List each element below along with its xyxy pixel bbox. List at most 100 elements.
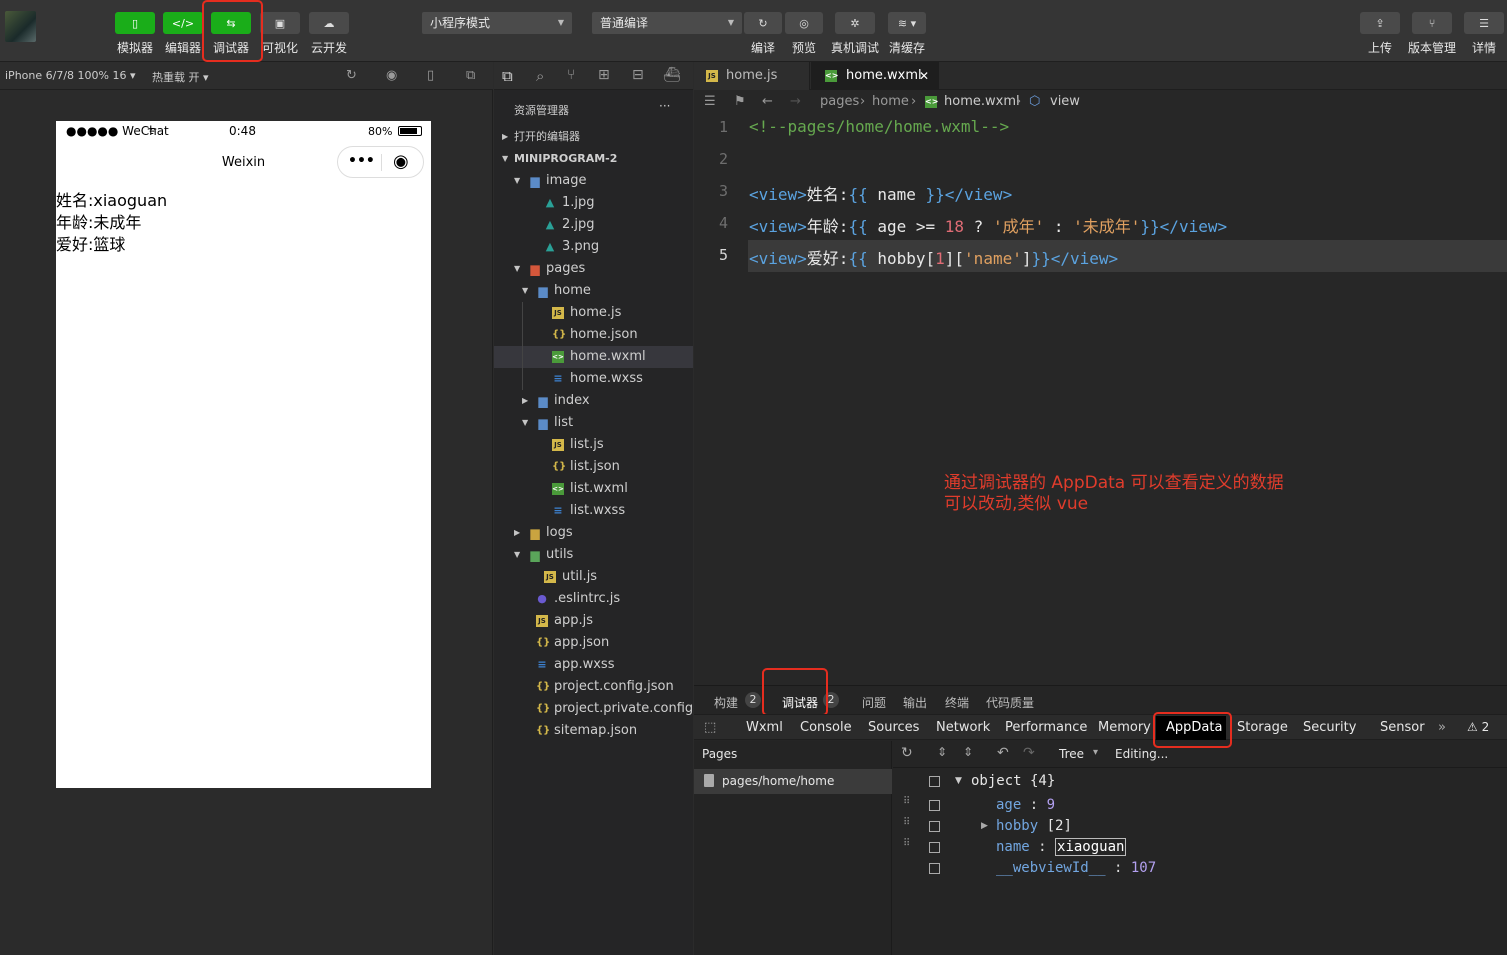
explorer-more-button[interactable]: ··· (659, 99, 670, 113)
tree-file[interactable]: JS home.js (494, 302, 693, 324)
close-icon[interactable]: ✕ (919, 62, 929, 90)
tab-sources[interactable]: Sources (868, 720, 919, 735)
drag-handle-icon[interactable]: ⠿ (903, 818, 911, 828)
tree-file[interactable]: ▲ 2.jpg (494, 214, 693, 236)
undo-icon[interactable]: ↶ (997, 745, 1009, 761)
row-checkbox[interactable] (929, 863, 940, 874)
expand-icon[interactable]: ⇕ (963, 745, 973, 759)
tab-console[interactable]: Console (800, 720, 852, 735)
back-icon[interactable]: ← (762, 90, 773, 114)
tree-file[interactable]: JS list.js (494, 434, 693, 456)
expand-arrow-icon[interactable]: ▼ (955, 776, 962, 786)
forward-icon[interactable]: → (790, 90, 801, 114)
real-device-debug-button[interactable]: ✲ (835, 12, 875, 34)
breadcrumb-node[interactable]: view (1050, 90, 1080, 114)
hot-reload-toggle[interactable]: 热重载 开 ▾ (152, 69, 209, 85)
cloud-dev-button[interactable]: ☁ (309, 12, 349, 34)
data-value[interactable]: 9 (1047, 797, 1055, 813)
tree-folder[interactable]: ▼ ▆ home (494, 280, 693, 302)
tree-folder[interactable]: ▼ ▆ utils (494, 544, 693, 566)
open-editors-section[interactable]: ▶ 打开的编辑器 (494, 126, 693, 148)
rotate-icon[interactable]: ↻ (346, 68, 357, 83)
tree-folder[interactable]: ▶ ▆ index (494, 390, 693, 412)
tab-wxml[interactable]: Wxml (746, 720, 783, 735)
extensions-icon[interactable]: ⊞ (598, 67, 610, 83)
tree-file[interactable]: <> home.wxml (494, 346, 693, 368)
tree-file[interactable]: ▲ 3.png (494, 236, 693, 258)
tab-build[interactable]: 构建 (714, 694, 738, 711)
compile-button[interactable]: ↻ (744, 12, 782, 34)
tab-sensor[interactable]: Sensor (1380, 720, 1425, 735)
chevron-down-icon[interactable]: ▼ (522, 412, 528, 434)
data-value[interactable]: 107 (1131, 860, 1156, 876)
tab-terminal[interactable]: 终端 (945, 694, 969, 711)
row-checkbox[interactable] (929, 821, 940, 832)
more-tabs-icon[interactable]: » (1438, 720, 1446, 735)
tab-code-quality[interactable]: 代码质量 (986, 694, 1034, 711)
chevron-right-icon[interactable]: ▶ (522, 390, 528, 412)
compile-select[interactable]: 普通编译 ▼ (592, 12, 742, 34)
tab-output[interactable]: 输出 (903, 694, 927, 711)
project-section[interactable]: ▼ MINIPROGRAM-2 (494, 148, 693, 170)
storage-icon[interactable]: ⊟ (632, 67, 644, 83)
bookmark-icon[interactable]: ⚑ (734, 90, 746, 114)
tab-memory[interactable]: Memory (1098, 720, 1151, 735)
chevron-right-icon[interactable]: ▶ (981, 821, 988, 831)
tree-file[interactable]: JS util.js (494, 566, 693, 588)
tab-network[interactable]: Network (936, 720, 990, 735)
capsule-button[interactable]: ••• ◉ (337, 146, 424, 178)
tree-file[interactable]: <> list.wxml (494, 478, 693, 500)
git-icon[interactable]: ⑂ (567, 67, 575, 83)
tree-file[interactable]: JS app.js (494, 610, 693, 632)
docker-icon[interactable]: ⛴ (663, 67, 681, 83)
tab-home-js[interactable]: JS home.js (694, 62, 810, 90)
preview-button[interactable]: ◎ (785, 12, 823, 34)
tab-security[interactable]: Security (1303, 720, 1356, 735)
visual-toggle-button[interactable]: ▣ (260, 12, 300, 34)
redo-icon[interactable]: ↷ (1023, 745, 1035, 761)
tab-storage[interactable]: Storage (1237, 720, 1288, 735)
data-row-hobby[interactable]: hobby [2] (996, 818, 1072, 834)
breadcrumb-home[interactable]: home (872, 90, 909, 114)
chevron-down-icon[interactable]: ▼ (514, 544, 520, 566)
row-checkbox[interactable] (929, 800, 940, 811)
view-mode-select[interactable]: Tree (1059, 747, 1084, 761)
more-dots-icon[interactable]: ••• (348, 153, 375, 169)
editor-toggle-button[interactable]: </> (163, 12, 203, 34)
clear-cache-button[interactable]: ≋ ▾ (888, 12, 926, 34)
code-line[interactable]: <view>姓名:{{ name }}</view> (749, 181, 1012, 205)
row-checkbox[interactable] (929, 842, 940, 853)
simulator-toggle-button[interactable]: ▯ (115, 12, 155, 34)
tree-file[interactable]: {} project.config.json (494, 676, 693, 698)
chevron-down-icon[interactable]: ▾ (1093, 747, 1098, 758)
files-icon[interactable]: ⧉ (502, 67, 513, 85)
device-select[interactable]: iPhone 6/7/8 100% 16 ▾ (5, 69, 136, 82)
tree-file[interactable]: ≡ list.wxss (494, 500, 693, 522)
chevron-down-icon[interactable]: ▼ (514, 258, 520, 280)
collapse-icon[interactable]: ⇕ (937, 745, 947, 759)
breadcrumb-pages[interactable]: pages (820, 90, 859, 114)
mode-select[interactable]: 小程序模式 ▼ (422, 12, 572, 34)
details-button[interactable]: ☰ (1464, 12, 1504, 34)
tree-file[interactable]: {} sitemap.json (494, 720, 693, 742)
search-icon[interactable]: ⌕ (536, 67, 544, 85)
data-value[interactable]: [2] (1047, 818, 1072, 834)
value-edit-field[interactable]: xiaoguan (1055, 838, 1127, 856)
tab-problems[interactable]: 问题 (862, 694, 886, 711)
tree-file[interactable]: {} home.json (494, 324, 693, 346)
code-line[interactable]: <view>爱好:{{ hobby[1]['name']}}</view> (749, 245, 1118, 269)
close-target-icon[interactable]: ◉ (393, 151, 409, 172)
drag-handle-icon[interactable]: ⠿ (903, 797, 911, 807)
device-icon[interactable]: ▯ (427, 68, 434, 83)
drag-handle-icon[interactable]: ⠿ (903, 839, 911, 849)
tree-file[interactable]: ≡ home.wxss (494, 368, 693, 390)
stop-icon[interactable]: ◉ (386, 68, 397, 83)
tree-file[interactable]: {} app.json (494, 632, 693, 654)
chevron-right-icon[interactable]: ▶ (514, 522, 520, 544)
version-button[interactable]: ⑂ (1412, 12, 1452, 34)
tree-folder[interactable]: ▶ ▆ logs (494, 522, 693, 544)
tree-folder[interactable]: ▼ ▆ pages (494, 258, 693, 280)
breadcrumb-file[interactable]: home.wxml (944, 90, 1020, 114)
list-icon[interactable]: ☰ (704, 90, 716, 114)
page-item[interactable]: pages/home/home (694, 769, 892, 794)
